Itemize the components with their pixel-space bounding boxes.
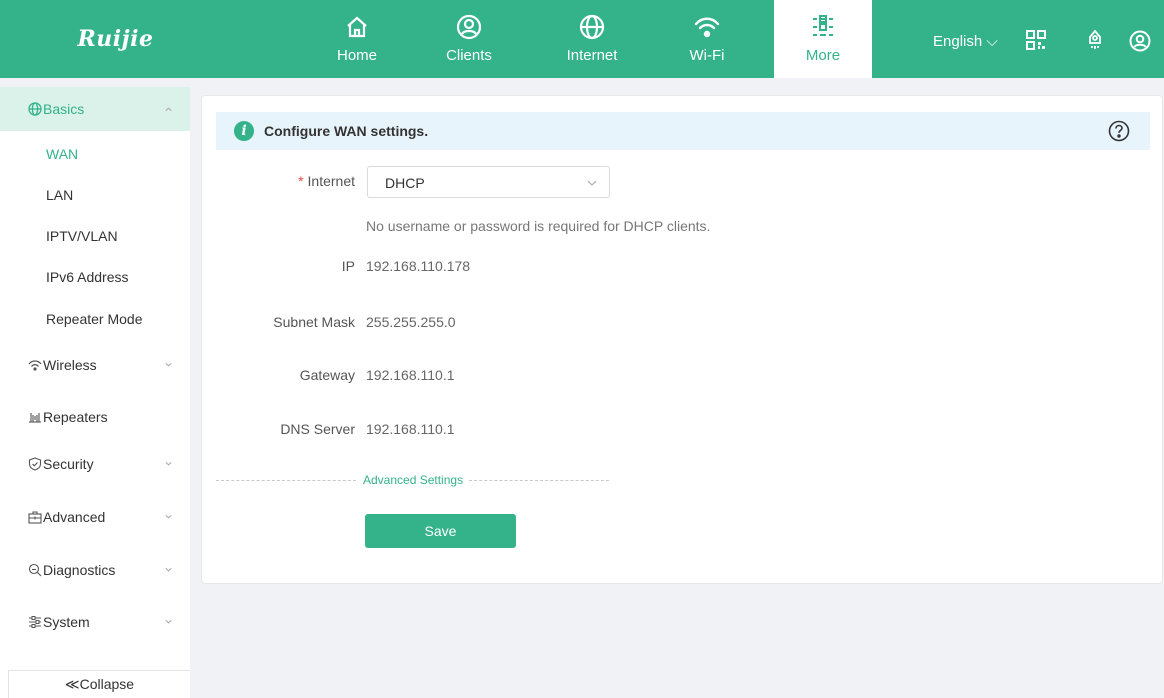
language-selector[interactable]: English ⌵ xyxy=(933,33,998,50)
sidebar: Basics WAN LAN IPTV/VLAN IPv6 Address Re… xyxy=(0,87,190,698)
shield-icon xyxy=(28,457,42,471)
nav-internet[interactable]: Internet xyxy=(548,0,636,78)
chevron-up-icon xyxy=(165,107,172,112)
internet-type-select[interactable]: DHCP xyxy=(367,166,610,198)
advanced-settings-link[interactable]: Advanced Settings xyxy=(363,473,463,487)
repeater-icon xyxy=(29,413,41,423)
divider-left xyxy=(216,480,356,481)
help-icon[interactable] xyxy=(1108,120,1130,142)
select-value: DHCP xyxy=(385,175,425,191)
sidebar-group-security[interactable]: Security xyxy=(0,442,190,486)
top-navigation-bar: Ruijie Home Clients Internet Wi-Fi More … xyxy=(0,0,1164,78)
chevron-down-icon xyxy=(165,461,172,466)
brand-logo[interactable]: Ruijie xyxy=(0,0,191,78)
account-icon[interactable] xyxy=(1129,30,1151,52)
sidebar-item-ipv6-address[interactable]: IPv6 Address xyxy=(46,269,129,285)
nav-label: More xyxy=(805,47,841,64)
sidebar-group-wireless[interactable]: Wireless xyxy=(0,343,190,387)
save-button[interactable]: Save xyxy=(365,514,516,548)
divider-right xyxy=(469,480,609,481)
dns-server-label: DNS Server xyxy=(280,421,355,437)
sliders-icon xyxy=(811,12,835,42)
user-circle-icon xyxy=(456,12,482,42)
chevron-down-icon xyxy=(165,567,172,572)
chevron-down-icon xyxy=(165,619,172,624)
sidebar-group-label: Diagnostics xyxy=(43,562,116,578)
sidebar-group-system[interactable]: System xyxy=(0,600,190,644)
sidebar-group-label: Security xyxy=(43,456,94,472)
sidebar-group-label: System xyxy=(43,614,90,630)
sidebar-group-label: Wireless xyxy=(43,357,97,373)
gateway-label: Gateway xyxy=(299,367,355,383)
gateway-value: 192.168.110.1 xyxy=(366,367,455,383)
sidebar-group-advanced[interactable]: Advanced xyxy=(0,495,190,539)
nav-home[interactable]: Home xyxy=(313,0,401,78)
search-icon xyxy=(28,563,42,577)
nav-label: Internet xyxy=(566,47,618,64)
sidebar-item-iptv-vlan[interactable]: IPTV/VLAN xyxy=(46,228,118,244)
ip-value: 192.168.110.178 xyxy=(366,258,471,274)
subnet-mask-label: Subnet Mask xyxy=(273,314,355,330)
nav-label: Home xyxy=(336,47,377,64)
required-mark: * xyxy=(298,173,304,189)
logo-text: Ruijie xyxy=(77,26,154,52)
dns-server-value: 192.168.110.1 xyxy=(366,421,455,437)
globe-icon xyxy=(579,12,605,42)
internet-label-text: Internet xyxy=(307,173,355,189)
qr-code-icon[interactable] xyxy=(1026,30,1048,52)
sidebar-group-label: Basics xyxy=(43,101,85,117)
sidebar-group-basics[interactable]: Basics xyxy=(0,87,190,131)
sidebar-group-label: Advanced xyxy=(43,509,106,525)
chevron-down-icon xyxy=(165,514,172,519)
globe-icon xyxy=(28,102,42,116)
nav-clients[interactable]: Clients xyxy=(425,0,513,78)
nav-label: Clients xyxy=(446,47,492,64)
nav-label: Wi-Fi xyxy=(689,47,725,64)
subnet-mask-value: 255.255.255.0 xyxy=(366,314,456,330)
sidebar-item-lan[interactable]: LAN xyxy=(46,187,73,203)
info-icon: i xyxy=(234,121,254,141)
sidebar-item-repeater-mode[interactable]: Repeater Mode xyxy=(46,311,143,327)
home-icon xyxy=(345,12,369,42)
nav-more[interactable]: More xyxy=(774,0,872,78)
info-banner: i Configure WAN settings. xyxy=(216,112,1150,150)
banner-title: Configure WAN settings. xyxy=(264,123,429,139)
sidebar-item-wan[interactable]: WAN xyxy=(46,146,78,162)
internet-label: * Internet xyxy=(242,173,355,189)
wifi-icon xyxy=(693,12,721,42)
sidebar-group-label: Repeaters xyxy=(43,409,108,425)
wan-settings-card: i Configure WAN settings. * Internet DHC… xyxy=(201,95,1163,584)
chevron-down-icon xyxy=(587,180,597,186)
sidebar-group-diagnostics[interactable]: Diagnostics xyxy=(0,548,190,592)
wifi-icon xyxy=(28,360,42,371)
settings-icon xyxy=(29,616,41,628)
chevron-down-icon xyxy=(165,362,172,367)
sidebar-group-repeaters[interactable]: Repeaters xyxy=(0,395,190,439)
toolbox-icon xyxy=(28,511,42,524)
collapse-sidebar-button[interactable]: ≪Collapse xyxy=(8,670,190,698)
rocket-icon[interactable] xyxy=(1085,29,1107,52)
dhcp-hint: No username or password is required for … xyxy=(366,218,711,234)
nav-wifi[interactable]: Wi-Fi xyxy=(663,0,751,78)
ip-label: IP xyxy=(341,258,355,274)
